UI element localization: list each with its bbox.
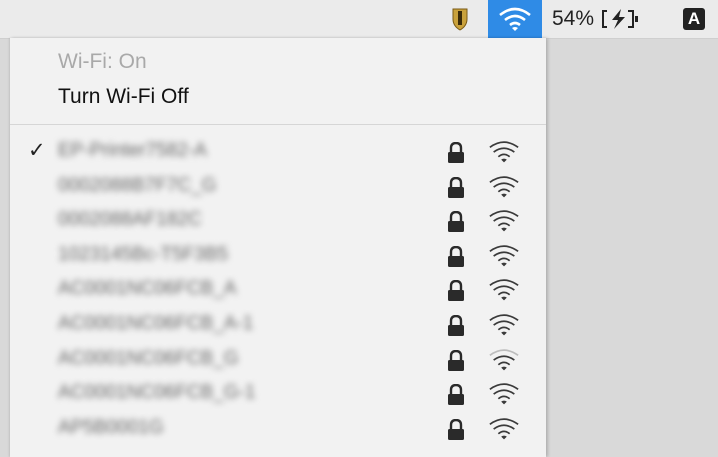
lock-icon — [447, 383, 465, 406]
wifi-signal-icon — [488, 245, 520, 269]
menu-bar: 54% A — [0, 0, 718, 39]
network-name: AC0001NC06FCB_G — [58, 347, 239, 369]
network-item[interactable]: AC0001NC06FCB_A-1 — [10, 308, 546, 343]
wifi-signal-icon — [488, 141, 520, 165]
lock-icon — [447, 141, 465, 164]
network-item[interactable]: 1023145Bc-T5F3B5 — [10, 239, 546, 274]
wifi-signal-icon — [488, 210, 520, 234]
lock-icon — [447, 210, 465, 233]
wifi-signal-icon — [488, 314, 520, 338]
lock-icon — [447, 245, 465, 268]
network-item[interactable]: 0002088AF182C — [10, 204, 546, 239]
turn-wifi-off-item[interactable]: Turn Wi-Fi Off — [58, 85, 189, 109]
network-name: 0002088B7F7C_G — [58, 174, 217, 196]
network-name: 0002088AF182C — [58, 209, 202, 231]
network-item[interactable]: 0002088B7F7C_G — [10, 170, 546, 205]
battery-percent: 54% — [552, 7, 595, 30]
wifi-signal-icon — [488, 175, 520, 200]
network-name: AC0001NC06FCB_G-1 — [58, 382, 256, 404]
wifi-dropdown-menu: Wi-Fi: On Turn Wi-Fi Off ✓ EP-Printer7582… — [10, 38, 546, 457]
network-name: AP5B0001G — [58, 416, 164, 438]
network-name: 1023145Bc-T5F3B5 — [58, 243, 229, 265]
wifi-status-label: Wi-Fi: On — [58, 50, 147, 73]
network-name: AC0001NC06FCB_A-1 — [58, 312, 254, 334]
network-item[interactable]: AC0001NC06FCB_G-1 — [10, 377, 546, 412]
checkmark-icon: ✓ — [28, 139, 46, 162]
wifi-signal-icon — [488, 383, 520, 407]
wifi-icon — [499, 7, 531, 31]
lock-icon — [447, 349, 465, 372]
battery-charging-icon — [600, 8, 644, 30]
network-name: AC0001NC06FCB_A — [58, 278, 237, 300]
lock-icon — [447, 418, 465, 441]
security-shield-icon[interactable] — [446, 0, 474, 38]
lock-icon — [447, 176, 465, 199]
lock-icon — [447, 280, 465, 302]
network-item[interactable]: ✓ EP-Printer7582-A — [10, 135, 546, 170]
wifi-menu-button[interactable] — [488, 0, 542, 38]
network-item[interactable]: AP5B0001G — [10, 412, 546, 447]
network-list: ✓ EP-Printer7582-A 0002088B7F7C_G 0002088AF… — [10, 135, 546, 446]
wifi-signal-icon — [488, 418, 520, 442]
network-item[interactable]: AC0001NC06FCB_A — [10, 273, 546, 308]
menu-separator — [10, 124, 546, 125]
input-source-icon: A — [683, 8, 705, 30]
input-source-menu[interactable]: A — [680, 0, 708, 38]
wifi-signal-icon — [488, 279, 520, 303]
battery-status[interactable]: 54% — [552, 0, 662, 38]
network-item[interactable]: AC0001NC06FCB_G — [10, 343, 546, 378]
wifi-signal-icon — [488, 348, 520, 373]
network-name: EP-Printer7582-A — [58, 140, 207, 161]
lock-icon — [447, 314, 465, 337]
